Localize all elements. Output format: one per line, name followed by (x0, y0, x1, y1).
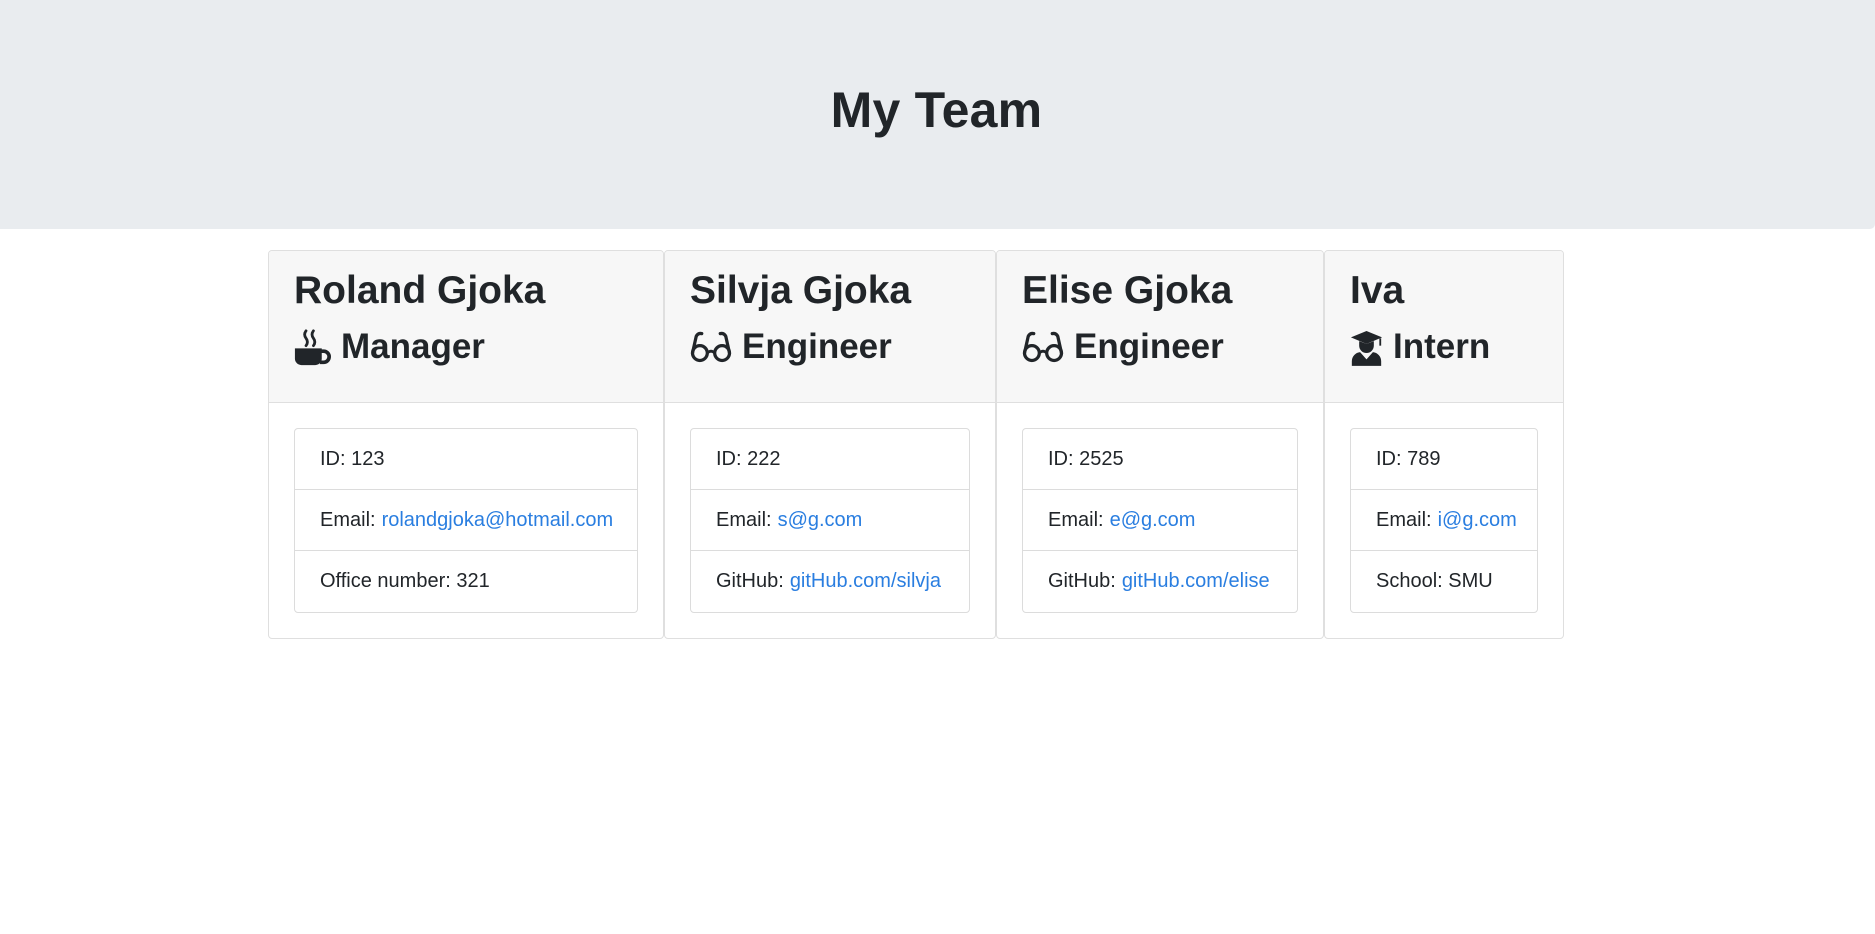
id-item: ID: 123 (295, 429, 637, 490)
employee-role: Intern (1350, 326, 1563, 368)
card-body: ID: 789 Email: i@g.com School: SMU (1325, 403, 1563, 638)
office-number-item: Office number: 321 (295, 551, 637, 612)
card-body: ID: 123 Email: rolandgjoka@hotmail.com O… (269, 403, 663, 638)
employee-card: Silvja Gjoka Engineer ID: 222 Email: s@g… (664, 250, 996, 639)
employee-card: Iva Intern ID: 789 Email: i@g.com School… (1324, 250, 1564, 639)
employee-card: Elise Gjoka Engineer ID: 2525 Email: e@g… (996, 250, 1324, 639)
card-header: Iva Intern (1325, 251, 1563, 403)
glasses-icon (1022, 329, 1064, 366)
employee-details: ID: 2525 Email: e@g.com GitHub: gitHub.c… (1022, 428, 1298, 613)
employee-role: Manager (294, 326, 663, 368)
role-label: Manager (341, 327, 485, 366)
github-item: GitHub: gitHub.com/silvja (691, 551, 969, 612)
team-cards: Roland Gjoka Manager ID: 123 Email: rola… (268, 250, 1564, 639)
card-body: ID: 2525 Email: e@g.com GitHub: gitHub.c… (997, 403, 1323, 638)
employee-name: Silvja Gjoka (690, 269, 912, 312)
email-link[interactable]: rolandgjoka@hotmail.com (382, 509, 614, 532)
email-link[interactable]: i@g.com (1438, 509, 1517, 532)
employee-role: Engineer (1022, 326, 1323, 368)
graduate-icon (1350, 329, 1383, 366)
glasses-icon (690, 329, 732, 366)
employee-name: Roland Gjoka (294, 269, 546, 312)
email-item: Email: s@g.com (691, 490, 969, 551)
employee-role: Engineer (690, 326, 995, 368)
id-item: ID: 789 (1351, 429, 1537, 490)
github-label: GitHub: (716, 570, 784, 592)
page-title: My Team (830, 81, 1043, 138)
github-link[interactable]: gitHub.com/elise (1122, 570, 1270, 593)
employee-details: ID: 222 Email: s@g.com GitHub: gitHub.co… (690, 428, 970, 613)
id-item: ID: 222 (691, 429, 969, 490)
employee-name: Elise Gjoka (1022, 269, 1233, 312)
school-text: School: SMU (1376, 570, 1493, 592)
id-text: ID: 222 (716, 447, 781, 470)
github-label: GitHub: (1048, 570, 1116, 592)
card-header: Elise Gjoka Engineer (997, 251, 1323, 403)
card-body: ID: 222 Email: s@g.com GitHub: gitHub.co… (665, 403, 995, 638)
email-label: Email: (1376, 508, 1432, 531)
email-item: Email: e@g.com (1023, 490, 1297, 551)
github-link[interactable]: gitHub.com/silvja (790, 570, 941, 593)
card-header: Silvja Gjoka Engineer (665, 251, 995, 403)
employee-details: ID: 123 Email: rolandgjoka@hotmail.com O… (294, 428, 638, 613)
role-label: Engineer (742, 327, 892, 366)
id-text: ID: 2525 (1048, 447, 1124, 470)
mug-icon (294, 328, 331, 366)
card-header: Roland Gjoka Manager (269, 251, 663, 403)
email-item: Email: i@g.com (1351, 490, 1537, 551)
role-label: Intern (1393, 327, 1491, 366)
employee-name: Iva (1350, 269, 1405, 312)
github-item: GitHub: gitHub.com/elise (1023, 551, 1297, 612)
role-label: Engineer (1074, 327, 1224, 366)
email-label: Email: (320, 508, 376, 531)
email-label: Email: (1048, 508, 1104, 531)
email-link[interactable]: e@g.com (1110, 509, 1196, 532)
email-link[interactable]: s@g.com (778, 509, 863, 532)
id-text: ID: 123 (320, 447, 385, 470)
id-item: ID: 2525 (1023, 429, 1297, 490)
page-header: My Team (0, 0, 1875, 229)
office-number-text: Office number: 321 (320, 570, 490, 592)
employee-card: Roland Gjoka Manager ID: 123 Email: rola… (268, 250, 664, 639)
employee-details: ID: 789 Email: i@g.com School: SMU (1350, 428, 1538, 613)
school-item: School: SMU (1351, 551, 1537, 612)
email-label: Email: (716, 508, 772, 531)
email-item: Email: rolandgjoka@hotmail.com (295, 490, 637, 551)
id-text: ID: 789 (1376, 447, 1441, 470)
